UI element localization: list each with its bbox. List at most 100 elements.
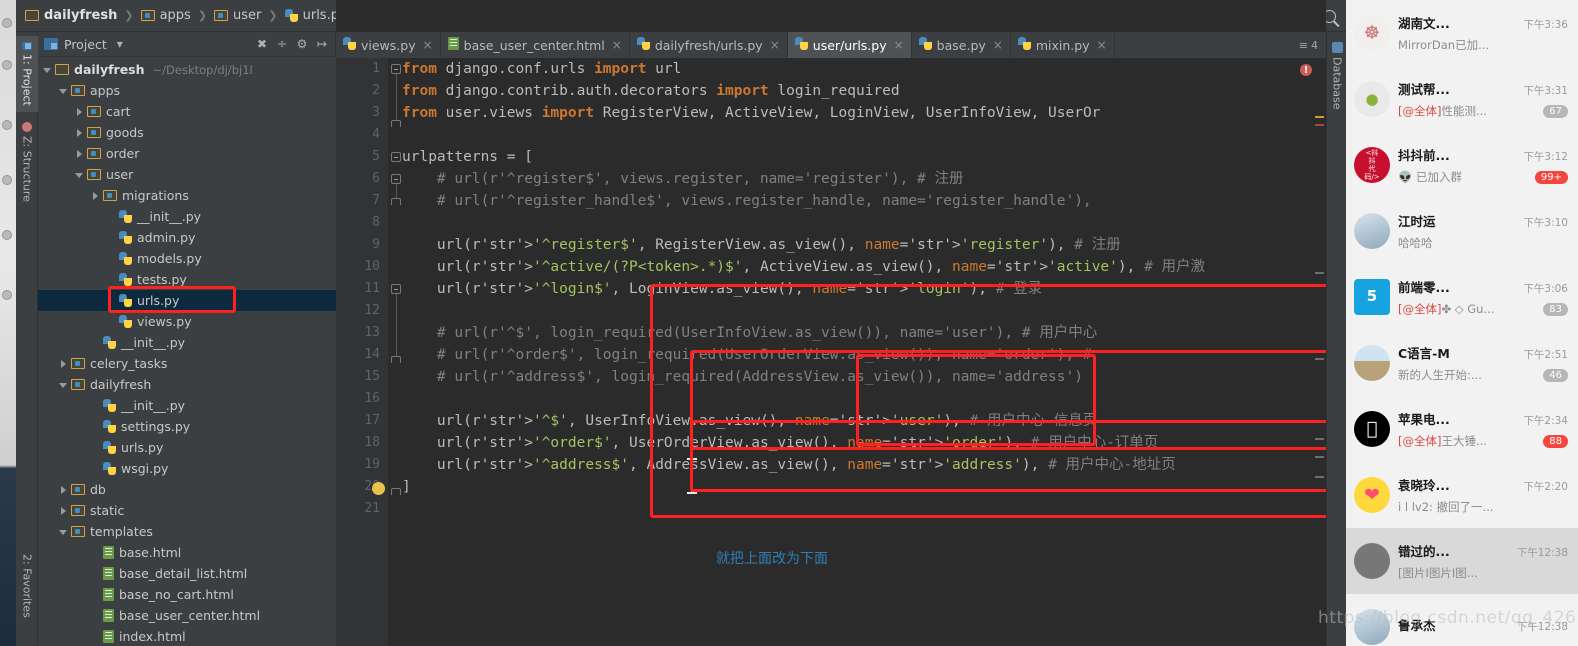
close-icon[interactable]: ×: [993, 38, 1003, 52]
chevron-down-icon[interactable]: [42, 64, 53, 75]
editor-tab-views-py[interactable]: views.py ×: [336, 32, 441, 58]
python-file-icon: [1017, 37, 1031, 53]
editor-scrollbar[interactable]: [1313, 58, 1326, 646]
tree-item-__init__-py[interactable]: __init__.py: [38, 206, 336, 227]
hide-icon[interactable]: ↦: [315, 37, 329, 51]
expand-icon[interactable]: ÷: [275, 37, 289, 51]
chat-item-time: 下午2:34: [1523, 415, 1568, 427]
close-icon[interactable]: ×: [612, 38, 622, 52]
chat-list-item[interactable]: C语言-M 下午2:51 新的人生开始:... 46: [1346, 330, 1578, 396]
tree-item-static[interactable]: static: [38, 500, 336, 521]
close-icon[interactable]: ×: [1097, 38, 1107, 52]
tree-item-cart[interactable]: cart: [38, 101, 336, 122]
avatar: 5: [1354, 279, 1390, 315]
tree-item-label: dailyfresh: [74, 62, 145, 77]
chat-panel[interactable]: ☸ 湖南文... 下午3:36 MirrorDan已加... ● 测试帮... 下午3:31…: [1346, 0, 1578, 646]
chat-list-item[interactable]: <抖抖 代码/> 抖抖前... 下午3:12 👽 已加入群 99+: [1346, 132, 1578, 198]
code-editor[interactable]: 123456789101112131415161718192021 from d…: [336, 58, 1326, 646]
editor-tab-base_user_center-html[interactable]: base_user_center.html ×: [441, 32, 630, 58]
tree-item-settings-py[interactable]: settings.py: [38, 416, 336, 437]
tree-item-dailyfresh[interactable]: dailyfresh ~/Desktop/dj/bj1l: [38, 59, 336, 80]
tree-item-templates[interactable]: templates: [38, 521, 336, 542]
tree-item-migrations[interactable]: migrations: [38, 185, 336, 206]
chat-list-item[interactable]: 错过的... 下午12:38 [图片I图片I图...: [1346, 528, 1578, 594]
breadcrumb-item-apps[interactable]: apps: [138, 4, 194, 28]
chat-list[interactable]: ☸ 湖南文... 下午3:36 MirrorDan已加... ● 测试帮... 下午3:31…: [1346, 0, 1578, 646]
editor-tabs[interactable]: views.py × base_user_center.html × dailyfres…: [336, 32, 1326, 58]
editor-tab-overflow[interactable]: ≡ 4: [1299, 32, 1326, 58]
chevron-right-icon[interactable]: [58, 505, 69, 516]
tree-item-__init__-py[interactable]: __init__.py: [38, 395, 336, 416]
tree-item-tests-py[interactable]: tests.py: [38, 269, 336, 290]
tree-item-urls-py[interactable]: urls.py: [38, 437, 336, 458]
chat-list-item[interactable]: ☸ 湖南文... 下午3:36 MirrorDan已加...: [1346, 0, 1578, 66]
chevron-right-icon[interactable]: [74, 127, 85, 138]
chat-list-item[interactable]: ❤ 袁晓玲... 下午2:20 i l lv2: 撤回了一...: [1346, 462, 1578, 528]
module-folder-icon: [103, 190, 117, 201]
sidebar-item-favorites[interactable]: 2: Favorites: [16, 548, 38, 640]
chat-item-body: 抖抖前... 下午3:12 👽 已加入群 99+: [1398, 145, 1568, 185]
chevron-right-icon[interactable]: [58, 358, 69, 369]
chat-item-message: [图片I图片I图...: [1398, 566, 1478, 580]
editor-tab-user-urls-py[interactable]: user/urls.py ×: [787, 32, 912, 58]
chevron-down-icon[interactable]: [58, 85, 69, 96]
tree-item-base_detail_list-html[interactable]: base_detail_list.html: [38, 563, 336, 584]
tree-item-__init__-py[interactable]: __init__.py: [38, 332, 336, 353]
tree-item-celery_tasks[interactable]: celery_tasks: [38, 353, 336, 374]
chat-list-item[interactable]: 5 前端零... 下午3:06 [@全体]✤ ◇ Gu... 83: [1346, 264, 1578, 330]
tree-item-user[interactable]: user: [38, 164, 336, 185]
chevron-right-icon[interactable]: [74, 106, 85, 117]
chevron-down-icon[interactable]: [74, 169, 85, 180]
sidebar-item-database[interactable]: Database: [1327, 38, 1346, 114]
chat-item-name: 测试帮...: [1398, 82, 1450, 97]
chat-item-time: 下午3:06: [1523, 283, 1568, 295]
tree-item-base_user_center-html[interactable]: base_user_center.html: [38, 605, 336, 626]
sidebar-item-structure[interactable]: Z: Structure: [16, 116, 38, 212]
avatar: [1354, 543, 1390, 579]
sidebar-item-project[interactable]: 1: Project: [16, 36, 38, 112]
settings-icon[interactable]: ⚙: [295, 37, 309, 51]
project-tree[interactable]: dailyfresh ~/Desktop/dj/bj1l apps cart goods…: [38, 57, 336, 646]
chat-list-item[interactable]: 江时运 下午3:10 哈哈哈: [1346, 198, 1578, 264]
chevron-down-icon[interactable]: ▾: [113, 37, 127, 51]
chat-list-item[interactable]:  苹果电... 下午2:34 [@全体]王大锤... 88: [1346, 396, 1578, 462]
tree-item-wsgi-py[interactable]: wsgi.py: [38, 458, 336, 479]
chevron-right-icon[interactable]: [90, 190, 101, 201]
tree-item-admin-py[interactable]: admin.py: [38, 227, 336, 248]
tree-item-goods[interactable]: goods: [38, 122, 336, 143]
error-status-badge[interactable]: !: [1300, 64, 1312, 76]
tree-item-dailyfresh[interactable]: dailyfresh: [38, 374, 336, 395]
editor-tab-mixin-py[interactable]: mixin.py ×: [1011, 32, 1115, 58]
tree-item-base_no_cart-html[interactable]: base_no_cart.html: [38, 584, 336, 605]
python-file-icon: [103, 399, 116, 412]
collapse-all-icon[interactable]: ✖: [255, 37, 269, 51]
line-number: 13: [364, 325, 380, 340]
editor-tab-base-py[interactable]: base.py ×: [912, 32, 1011, 58]
editor-tab-dailyfresh-urls-py[interactable]: dailyfresh/urls.py ×: [630, 32, 788, 58]
chevron-down-icon[interactable]: [58, 379, 69, 390]
editor-tab-overflow-count: 4: [1311, 38, 1318, 52]
breadcrumb-item-project[interactable]: dailyfresh: [22, 4, 120, 28]
chevron-down-icon[interactable]: [58, 526, 69, 537]
tree-item-order[interactable]: order: [38, 143, 336, 164]
tree-item-db[interactable]: db: [38, 479, 336, 500]
breadcrumb-item-user[interactable]: user: [211, 4, 264, 28]
chat-list-item[interactable]: ● 测试帮... 下午3:31 [@全体]性能测... 67: [1346, 66, 1578, 132]
chevron-right-icon[interactable]: [74, 148, 85, 159]
close-icon[interactable]: ×: [770, 38, 780, 52]
chat-item-message: [@全体]✤ ◇ Gu...: [1398, 302, 1495, 316]
module-folder-icon: [87, 169, 101, 180]
tree-item-views-py[interactable]: views.py: [38, 311, 336, 332]
intention-bulb-icon[interactable]: [372, 482, 385, 495]
close-icon[interactable]: ×: [423, 38, 433, 52]
module-folder-icon: [71, 358, 85, 369]
tree-item-urls-py[interactable]: urls.py: [38, 290, 336, 311]
tree-item-apps[interactable]: apps: [38, 80, 336, 101]
close-icon[interactable]: ×: [894, 38, 904, 52]
tree-item-models-py[interactable]: models.py: [38, 248, 336, 269]
tree-item-index-html[interactable]: index.html: [38, 626, 336, 646]
tree-item-base-html[interactable]: base.html: [38, 542, 336, 563]
chevron-right-icon[interactable]: [58, 484, 69, 495]
